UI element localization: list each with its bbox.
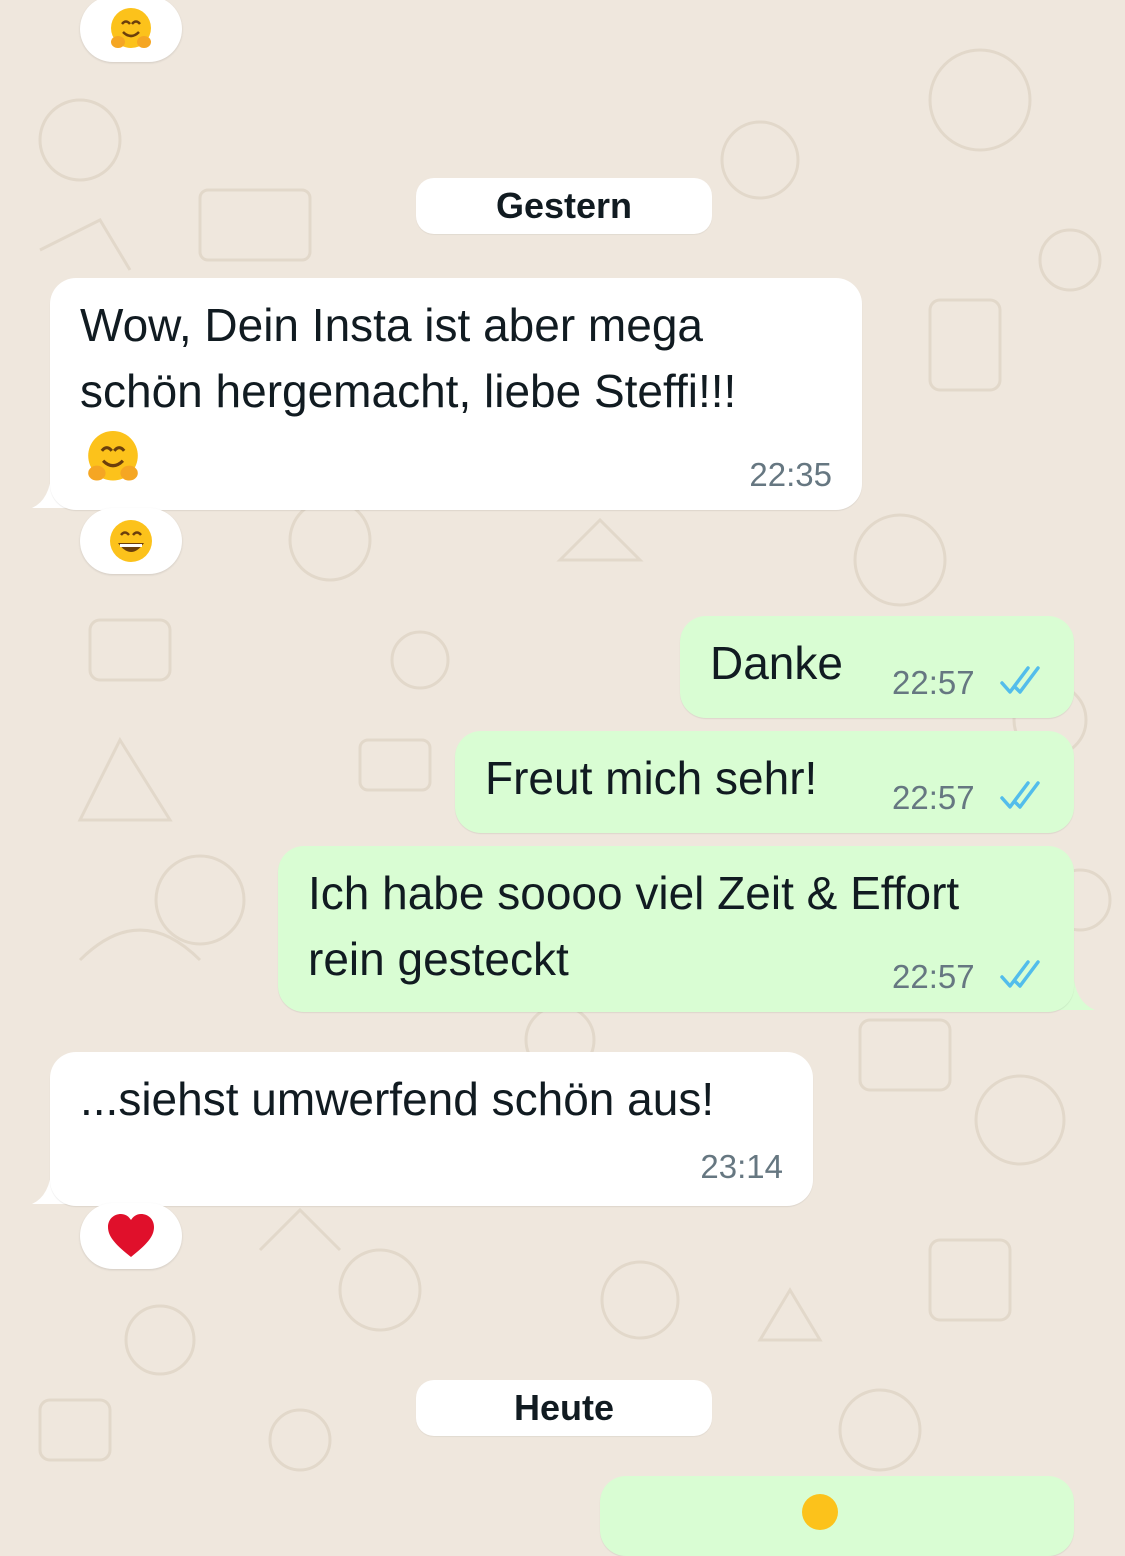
message-text: schön hergemacht, liebe Steffi!!! [80, 365, 737, 417]
message-bubble-outgoing[interactable]: Freut mich sehr! 22:57 [455, 731, 1074, 833]
message-time: 22:35 [749, 456, 832, 493]
double-check-read-icon [1000, 666, 1040, 694]
hugging-face-emoji-icon [111, 8, 151, 48]
reaction-badge[interactable] [80, 0, 182, 62]
double-check-read-icon [1000, 781, 1040, 809]
date-separator: Heute [416, 1380, 712, 1436]
message-bubble-outgoing[interactable]: Danke 22:57 [680, 616, 1074, 718]
reaction-badge[interactable] [80, 508, 182, 574]
message-bubble-outgoing[interactable]: Ich habe soooo viel Zeit & Effort rein g… [278, 846, 1074, 1012]
date-label: Heute [513, 1387, 615, 1428]
double-check-read-icon [1000, 960, 1040, 988]
message-time: 22:57 [892, 664, 975, 701]
emoji-icon [802, 1494, 838, 1530]
message-bubble-outgoing[interactable] [600, 1476, 1074, 1556]
hugging-face-emoji-icon [88, 430, 138, 481]
message-text: Ich habe soooo viel Zeit & Effort [308, 867, 960, 919]
grinning-face-emoji-icon [110, 520, 152, 562]
date-label: Gestern [495, 185, 633, 226]
message-time: 22:57 [892, 958, 975, 995]
message-bubble-incoming[interactable]: ...siehst umwerfend schön aus! 23:14 [50, 1052, 813, 1206]
message-time: 22:57 [892, 779, 975, 816]
message-text: Freut mich sehr! [485, 752, 818, 804]
red-heart-emoji-icon [108, 1214, 154, 1257]
message-text: ...siehst umwerfend schön aus! [80, 1073, 715, 1125]
message-text: Danke [710, 637, 843, 689]
message-time: 23:14 [700, 1148, 783, 1185]
message-text: rein gesteckt [308, 933, 569, 985]
message-bubble-incoming[interactable]: Wow, Dein Insta ist aber mega schön herg… [50, 278, 862, 510]
reaction-badge[interactable] [80, 1203, 182, 1269]
message-text: Wow, Dein Insta ist aber mega [80, 299, 703, 351]
date-separator: Gestern [416, 178, 712, 234]
